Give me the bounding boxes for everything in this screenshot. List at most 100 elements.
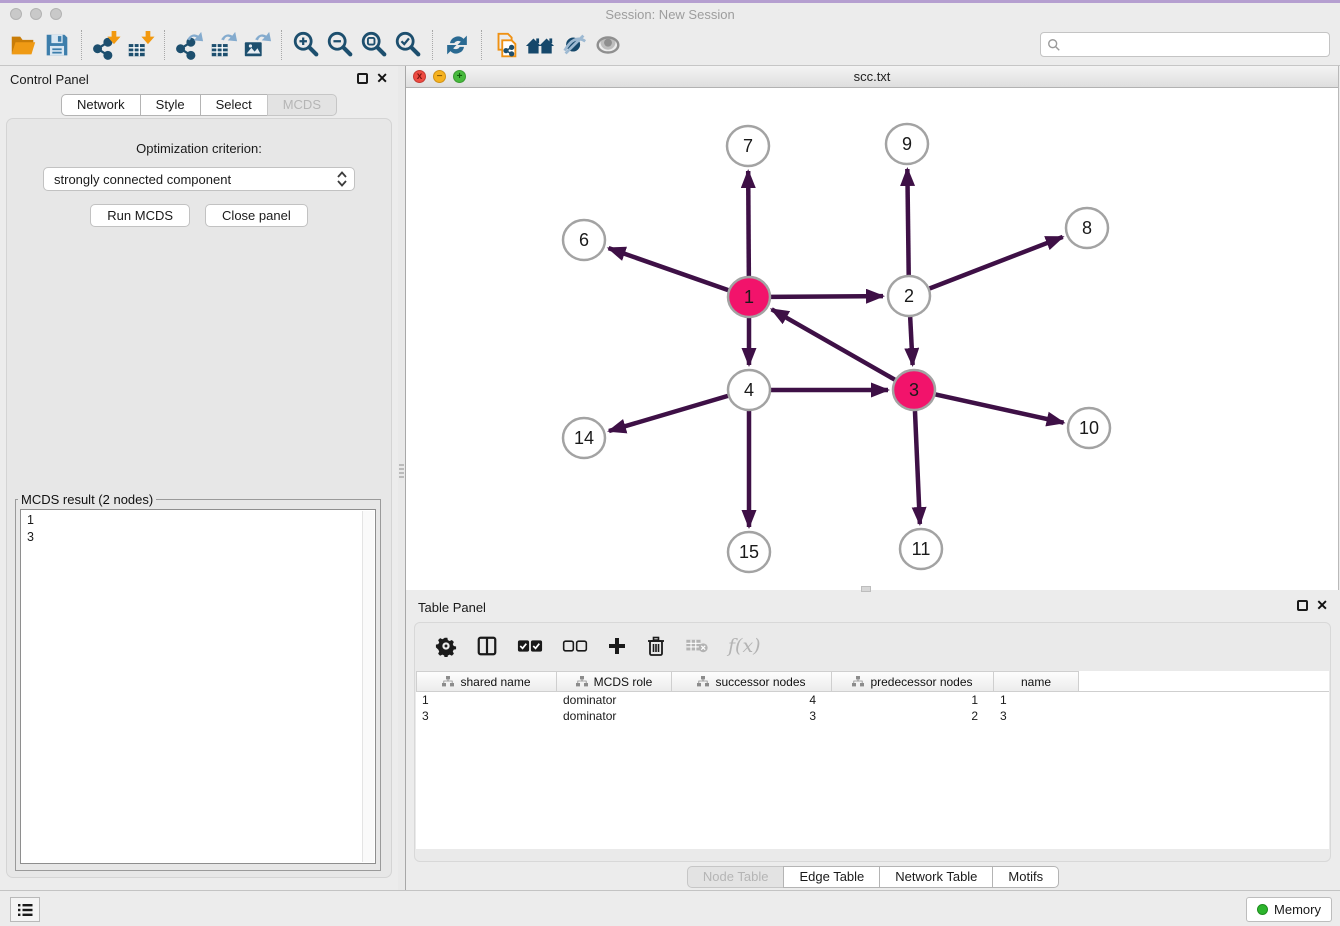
- graph-edge-2-9[interactable]: [907, 169, 908, 275]
- close-panel-icon[interactable]: ✕: [376, 70, 388, 86]
- first-neighbors-icon[interactable]: [523, 28, 557, 62]
- memory-label: Memory: [1274, 902, 1321, 917]
- column-header-predecessor-nodes[interactable]: predecessor nodes: [832, 671, 994, 692]
- memory-button[interactable]: Memory: [1246, 897, 1332, 922]
- graph-edge-1-2[interactable]: [771, 296, 883, 297]
- graph-edge-2-3[interactable]: [910, 317, 912, 365]
- tab-edge-table[interactable]: Edge Table: [783, 866, 880, 888]
- graph-node-15[interactable]: 15: [728, 532, 770, 572]
- splitter-grip[interactable]: [399, 464, 404, 480]
- column-mode-icon[interactable]: [476, 634, 498, 658]
- svg-text:14: 14: [574, 428, 594, 448]
- graph-edge-1-6[interactable]: [609, 248, 729, 290]
- table-panel: Table Panel ✕: [406, 594, 1340, 890]
- graph-edge-3-11[interactable]: [915, 411, 920, 524]
- graph-node-8[interactable]: 8: [1066, 208, 1108, 248]
- table-cell[interactable]: dominator: [557, 692, 672, 708]
- close-table-panel-icon[interactable]: ✕: [1316, 597, 1328, 613]
- select-all-columns-icon[interactable]: [517, 634, 543, 658]
- unselect-all-columns-icon[interactable]: [562, 634, 588, 658]
- graph-node-6[interactable]: 6: [563, 220, 605, 260]
- float-table-panel-icon[interactable]: [1297, 600, 1308, 611]
- graph-node-10[interactable]: 10: [1068, 408, 1110, 448]
- graph-node-14[interactable]: 14: [563, 418, 605, 458]
- table-row[interactable]: 1dominator411: [416, 692, 1329, 708]
- graph-node-9[interactable]: 9: [886, 124, 928, 164]
- run-mcds-button[interactable]: Run MCDS: [90, 204, 190, 227]
- graph-node-4[interactable]: 4: [728, 370, 770, 410]
- tab-select[interactable]: Select: [200, 94, 268, 116]
- canvas-resize-grip[interactable]: [861, 586, 871, 592]
- memory-status-icon: [1257, 904, 1268, 915]
- tab-network[interactable]: Network: [61, 94, 141, 116]
- tab-mcds[interactable]: MCDS: [267, 94, 337, 116]
- table-cell[interactable]: dominator: [557, 708, 672, 724]
- result-scrollbar[interactable]: [362, 511, 374, 862]
- tab-motifs[interactable]: Motifs: [992, 866, 1059, 888]
- graph-node-11[interactable]: 11: [900, 529, 942, 569]
- search-box[interactable]: [1040, 32, 1330, 57]
- table-cell[interactable]: 1: [416, 692, 557, 708]
- zoom-selected-icon[interactable]: [391, 28, 425, 62]
- list-icon: [17, 903, 33, 917]
- close-panel-button[interactable]: Close panel: [205, 204, 308, 227]
- column-header-shared-name[interactable]: shared name: [416, 671, 557, 692]
- column-type-icon: [697, 676, 709, 687]
- graph-edge-4-14[interactable]: [609, 396, 728, 431]
- add-column-icon[interactable]: [607, 634, 627, 658]
- export-image-icon[interactable]: [240, 28, 274, 62]
- column-header-successor-nodes[interactable]: successor nodes: [672, 671, 832, 692]
- svg-text:11: 11: [912, 539, 931, 559]
- show-all-icon[interactable]: [591, 28, 625, 62]
- network-window-titlebar[interactable]: x − + scc.txt: [406, 66, 1338, 88]
- network-canvas[interactable]: 7 9 6 8 1 2 4 3 14 10 15 11: [406, 88, 1337, 589]
- refresh-icon[interactable]: [440, 28, 474, 62]
- graph-node-2[interactable]: 2: [888, 276, 930, 316]
- table-cell[interactable]: 2: [832, 708, 994, 724]
- optimization-criterion-select[interactable]: strongly connected component: [43, 167, 355, 191]
- node-table: shared nameMCDS rolesuccessor nodesprede…: [416, 671, 1329, 849]
- hide-selected-icon[interactable]: [557, 28, 591, 62]
- open-file-icon[interactable]: [6, 28, 40, 62]
- control-panel: Control Panel ✕ NetworkStyleSelectMCDS O…: [0, 66, 398, 890]
- column-header-MCDS-role[interactable]: MCDS role: [557, 671, 672, 692]
- zoom-fit-icon[interactable]: [357, 28, 391, 62]
- graph-edge-1-7[interactable]: [748, 171, 749, 276]
- graph-node-7[interactable]: 7: [727, 126, 769, 166]
- save-session-icon[interactable]: [40, 28, 74, 62]
- float-panel-icon[interactable]: [357, 73, 368, 84]
- table-cell[interactable]: 3: [416, 708, 557, 724]
- duplicate-network-icon[interactable]: [489, 28, 523, 62]
- graph-node-1[interactable]: 1: [728, 277, 770, 317]
- status-bar: Memory: [0, 890, 1340, 926]
- search-input[interactable]: [1061, 37, 1329, 52]
- mcds-result-line: 1: [27, 512, 369, 529]
- graph-edge-3-1[interactable]: [772, 309, 895, 379]
- column-header-name[interactable]: name: [994, 671, 1079, 692]
- table-options-icon[interactable]: [435, 634, 457, 658]
- mcds-result-title: MCDS result (2 nodes): [18, 492, 156, 507]
- table-row[interactable]: 3dominator323: [416, 708, 1329, 724]
- graph-edge-2-8[interactable]: [930, 237, 1063, 289]
- table-cell[interactable]: 3: [994, 708, 1079, 724]
- zoom-out-icon[interactable]: [323, 28, 357, 62]
- table-cell[interactable]: 3: [672, 708, 832, 724]
- panel-splitter[interactable]: [398, 66, 406, 890]
- graph-node-3[interactable]: 3: [893, 370, 935, 410]
- tab-node-table[interactable]: Node Table: [687, 866, 785, 888]
- import-table-icon[interactable]: [123, 28, 157, 62]
- import-network-icon[interactable]: [89, 28, 123, 62]
- svg-text:15: 15: [739, 542, 759, 562]
- export-table-icon[interactable]: [206, 28, 240, 62]
- table-cell[interactable]: 4: [672, 692, 832, 708]
- table-cell[interactable]: 1: [994, 692, 1079, 708]
- task-history-button[interactable]: [10, 897, 40, 922]
- delete-columns-icon[interactable]: [646, 634, 666, 658]
- tab-network-table[interactable]: Network Table: [879, 866, 993, 888]
- export-network-icon[interactable]: [172, 28, 206, 62]
- mcds-result-list[interactable]: 13: [20, 509, 376, 864]
- table-cell[interactable]: 1: [832, 692, 994, 708]
- zoom-in-icon[interactable]: [289, 28, 323, 62]
- graph-edge-3-10[interactable]: [935, 394, 1063, 422]
- tab-style[interactable]: Style: [140, 94, 201, 116]
